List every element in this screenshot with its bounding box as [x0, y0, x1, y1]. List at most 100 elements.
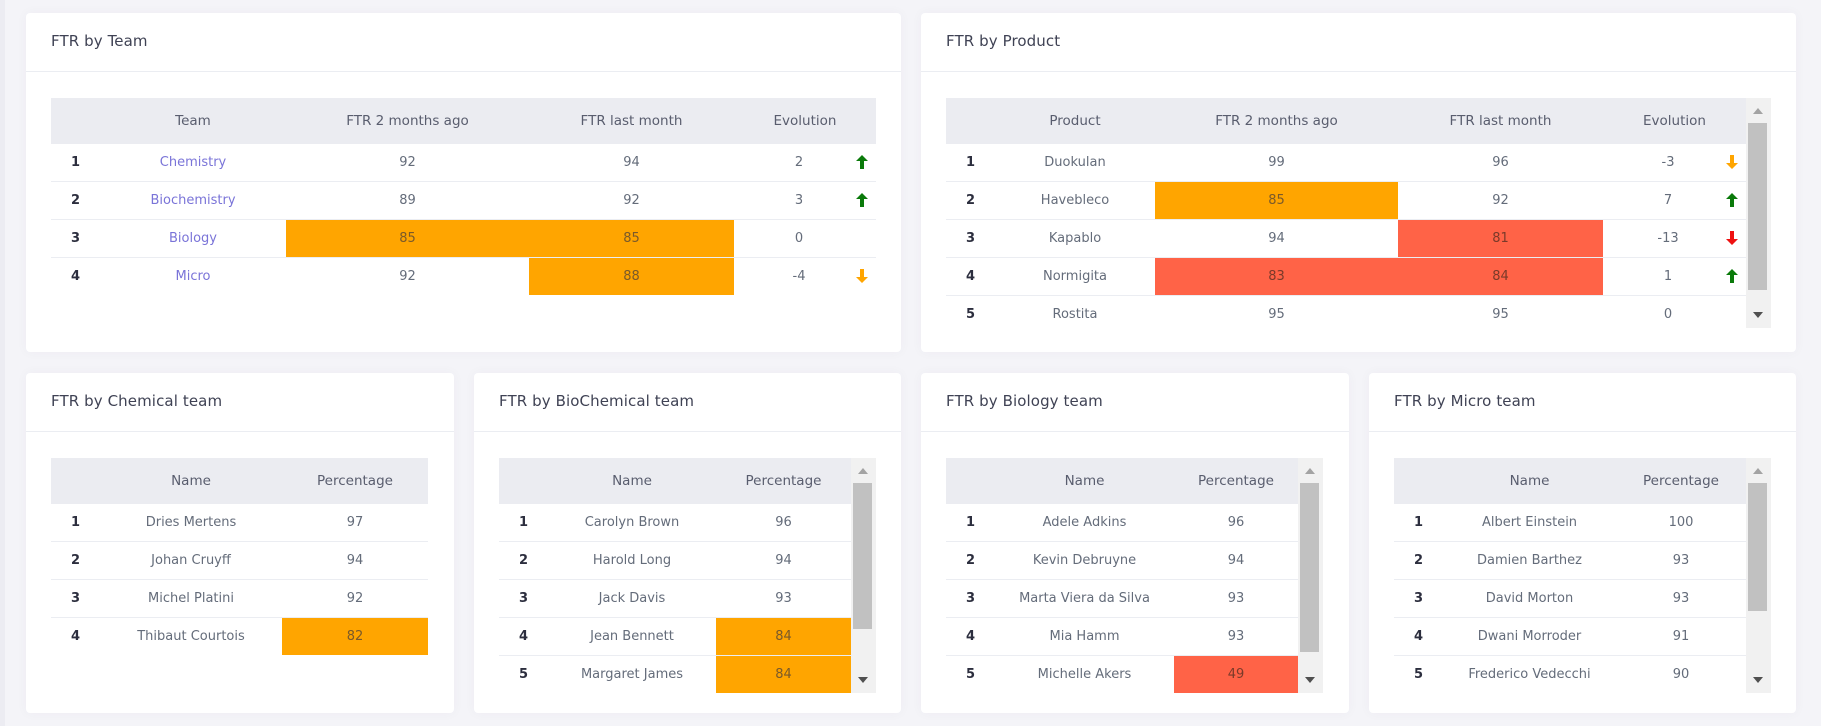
- product-table-scrollbar[interactable]: [1746, 98, 1771, 328]
- column-header-name[interactable]: Name: [995, 458, 1174, 504]
- scroll-up-arrow-icon[interactable]: [1305, 468, 1315, 474]
- ftr-2-months-value: 95: [1155, 295, 1398, 328]
- scroll-down-arrow-icon[interactable]: [1753, 677, 1763, 683]
- card-title: FTR by Team: [51, 32, 148, 50]
- evolution-cell: -4: [734, 257, 876, 295]
- column-header-ftr-2-months[interactable]: FTR 2 months ago: [286, 98, 529, 144]
- column-header-percentage[interactable]: Percentage: [1616, 458, 1746, 504]
- column-header-ftr-last-month[interactable]: FTR last month: [529, 98, 734, 144]
- team-link[interactable]: Chemistry: [100, 144, 286, 182]
- row-rank: 1: [966, 515, 976, 530]
- column-header-evolution[interactable]: Evolution: [734, 98, 876, 144]
- row-rank: 3: [946, 579, 995, 618]
- table-row: 5 Frederico Vedecchi 90: [1394, 655, 1746, 693]
- ftr-2-months-value: 85: [1155, 181, 1398, 220]
- column-header-rank: [946, 98, 995, 144]
- column-header-name[interactable]: Name: [100, 458, 282, 504]
- scroll-up-arrow-icon[interactable]: [1753, 468, 1763, 474]
- scroll-down-arrow-icon[interactable]: [858, 677, 868, 683]
- scroll-down-arrow-icon[interactable]: [1753, 312, 1763, 318]
- table-row: 3 Marta Viera da Silva 93: [946, 579, 1298, 618]
- card-title: FTR by Micro team: [1394, 392, 1536, 410]
- member-name: Michel Platini: [100, 579, 282, 618]
- table-header-row: Name Percentage: [946, 458, 1298, 504]
- evolution-value: 3: [794, 193, 804, 208]
- team-link[interactable]: Micro: [100, 257, 286, 295]
- row-rank: 5: [946, 655, 995, 693]
- column-header-ftr-2-months[interactable]: FTR 2 months ago: [1155, 98, 1398, 144]
- evolution-cell: 3: [734, 181, 876, 220]
- evolution-value: -3: [1661, 155, 1675, 170]
- team-link[interactable]: Biology: [100, 219, 286, 258]
- team-link[interactable]: Biochemistry: [100, 181, 286, 220]
- row-rank: 1: [71, 515, 81, 530]
- table-header-row: Name Percentage: [1394, 458, 1746, 504]
- table-row: 5 Margaret James 84: [499, 655, 851, 693]
- evolution-value: 1: [1663, 269, 1673, 284]
- trend-down-arrow-icon: [1726, 154, 1738, 169]
- row-rank: 2: [51, 181, 100, 220]
- column-header-percentage[interactable]: Percentage: [1174, 458, 1298, 504]
- column-header-rank: [51, 98, 100, 144]
- evolution-cell: 0: [734, 219, 876, 258]
- member-name: Jack Davis: [548, 579, 716, 618]
- row-rank: 3: [51, 579, 100, 618]
- row-rank: 1: [1414, 515, 1424, 530]
- chemical-team-card: FTR by Chemical team Name Percentage 1 Dr…: [26, 373, 454, 713]
- member-table-scrollbar[interactable]: [851, 458, 876, 693]
- ftr-last-month-value: 84: [1398, 257, 1603, 296]
- card-title: FTR by BioChemical team: [499, 392, 695, 410]
- row-rank: 3: [499, 579, 548, 618]
- sidebar-edge: [0, 0, 5, 726]
- trend-down-arrow-icon: [1726, 230, 1738, 245]
- scrollbar-thumb[interactable]: [1748, 123, 1767, 290]
- table-row: 3 Michel Platini 92: [51, 579, 428, 618]
- column-header-percentage[interactable]: Percentage: [282, 458, 428, 504]
- member-name: Mia Hamm: [995, 617, 1174, 656]
- trend-down-arrow-icon: [856, 268, 868, 283]
- table-header-row: Product FTR 2 months ago FTR last month …: [946, 98, 1746, 144]
- column-header-team[interactable]: Team: [100, 98, 286, 144]
- member-name: Thibaut Courtois: [100, 617, 282, 655]
- member-name: Dwani Morroder: [1443, 617, 1616, 656]
- table-row: 5 Michelle Akers 49: [946, 655, 1298, 693]
- member-table: Name Percentage 1 Albert Einstein 100 2 Dami…: [1394, 458, 1746, 693]
- scroll-up-arrow-icon[interactable]: [858, 468, 868, 474]
- column-header-percentage[interactable]: Percentage: [716, 458, 851, 504]
- ftr-2-months-value: 94: [1155, 219, 1398, 258]
- member-name: Johan Cruyff: [100, 541, 282, 580]
- table-row: 4 Normigita 83 84 1: [946, 257, 1746, 296]
- table-row: 4 Thibaut Courtois 82: [51, 617, 428, 655]
- card-header: FTR by Micro team: [1369, 373, 1796, 432]
- member-name: Michelle Akers: [995, 655, 1174, 693]
- card-title: FTR by Biology team: [946, 392, 1103, 410]
- evolution-value: 0: [794, 231, 804, 246]
- member-name: Kevin Debruyne: [995, 541, 1174, 580]
- row-rank: 5: [946, 295, 995, 328]
- percentage-value: 93: [716, 579, 851, 618]
- member-name: Jean Bennett: [548, 617, 716, 656]
- percentage-value: 82: [282, 617, 428, 655]
- member-table-scrollbar[interactable]: [1746, 458, 1771, 693]
- member-table-container: Name Percentage 1 Dries Mertens 97 2 Johan C…: [51, 458, 428, 694]
- table-row: 3 David Morton 93: [1394, 579, 1746, 618]
- scrollbar-thumb[interactable]: [1748, 483, 1767, 611]
- percentage-value: 93: [1174, 579, 1298, 618]
- table-row: 4 Micro 92 88 -4: [51, 257, 876, 295]
- column-header-name[interactable]: Name: [1443, 458, 1616, 504]
- scrollbar-thumb[interactable]: [853, 483, 872, 629]
- column-header-ftr-last-month[interactable]: FTR last month: [1398, 98, 1603, 144]
- scroll-down-arrow-icon[interactable]: [1305, 677, 1315, 683]
- scroll-up-arrow-icon[interactable]: [1753, 108, 1763, 114]
- scrollbar-thumb[interactable]: [1300, 483, 1319, 652]
- member-name: David Morton: [1443, 579, 1616, 618]
- column-header-product[interactable]: Product: [995, 98, 1155, 144]
- table-row: 2 Damien Barthez 93: [1394, 541, 1746, 580]
- percentage-value: 92: [282, 579, 428, 618]
- table-row: 1 Carolyn Brown 96: [499, 504, 851, 542]
- percentage-value: 100: [1668, 515, 1694, 530]
- table-header-row: Name Percentage: [499, 458, 851, 504]
- column-header-evolution[interactable]: Evolution: [1603, 98, 1746, 144]
- column-header-name[interactable]: Name: [548, 458, 716, 504]
- member-table-scrollbar[interactable]: [1298, 458, 1323, 693]
